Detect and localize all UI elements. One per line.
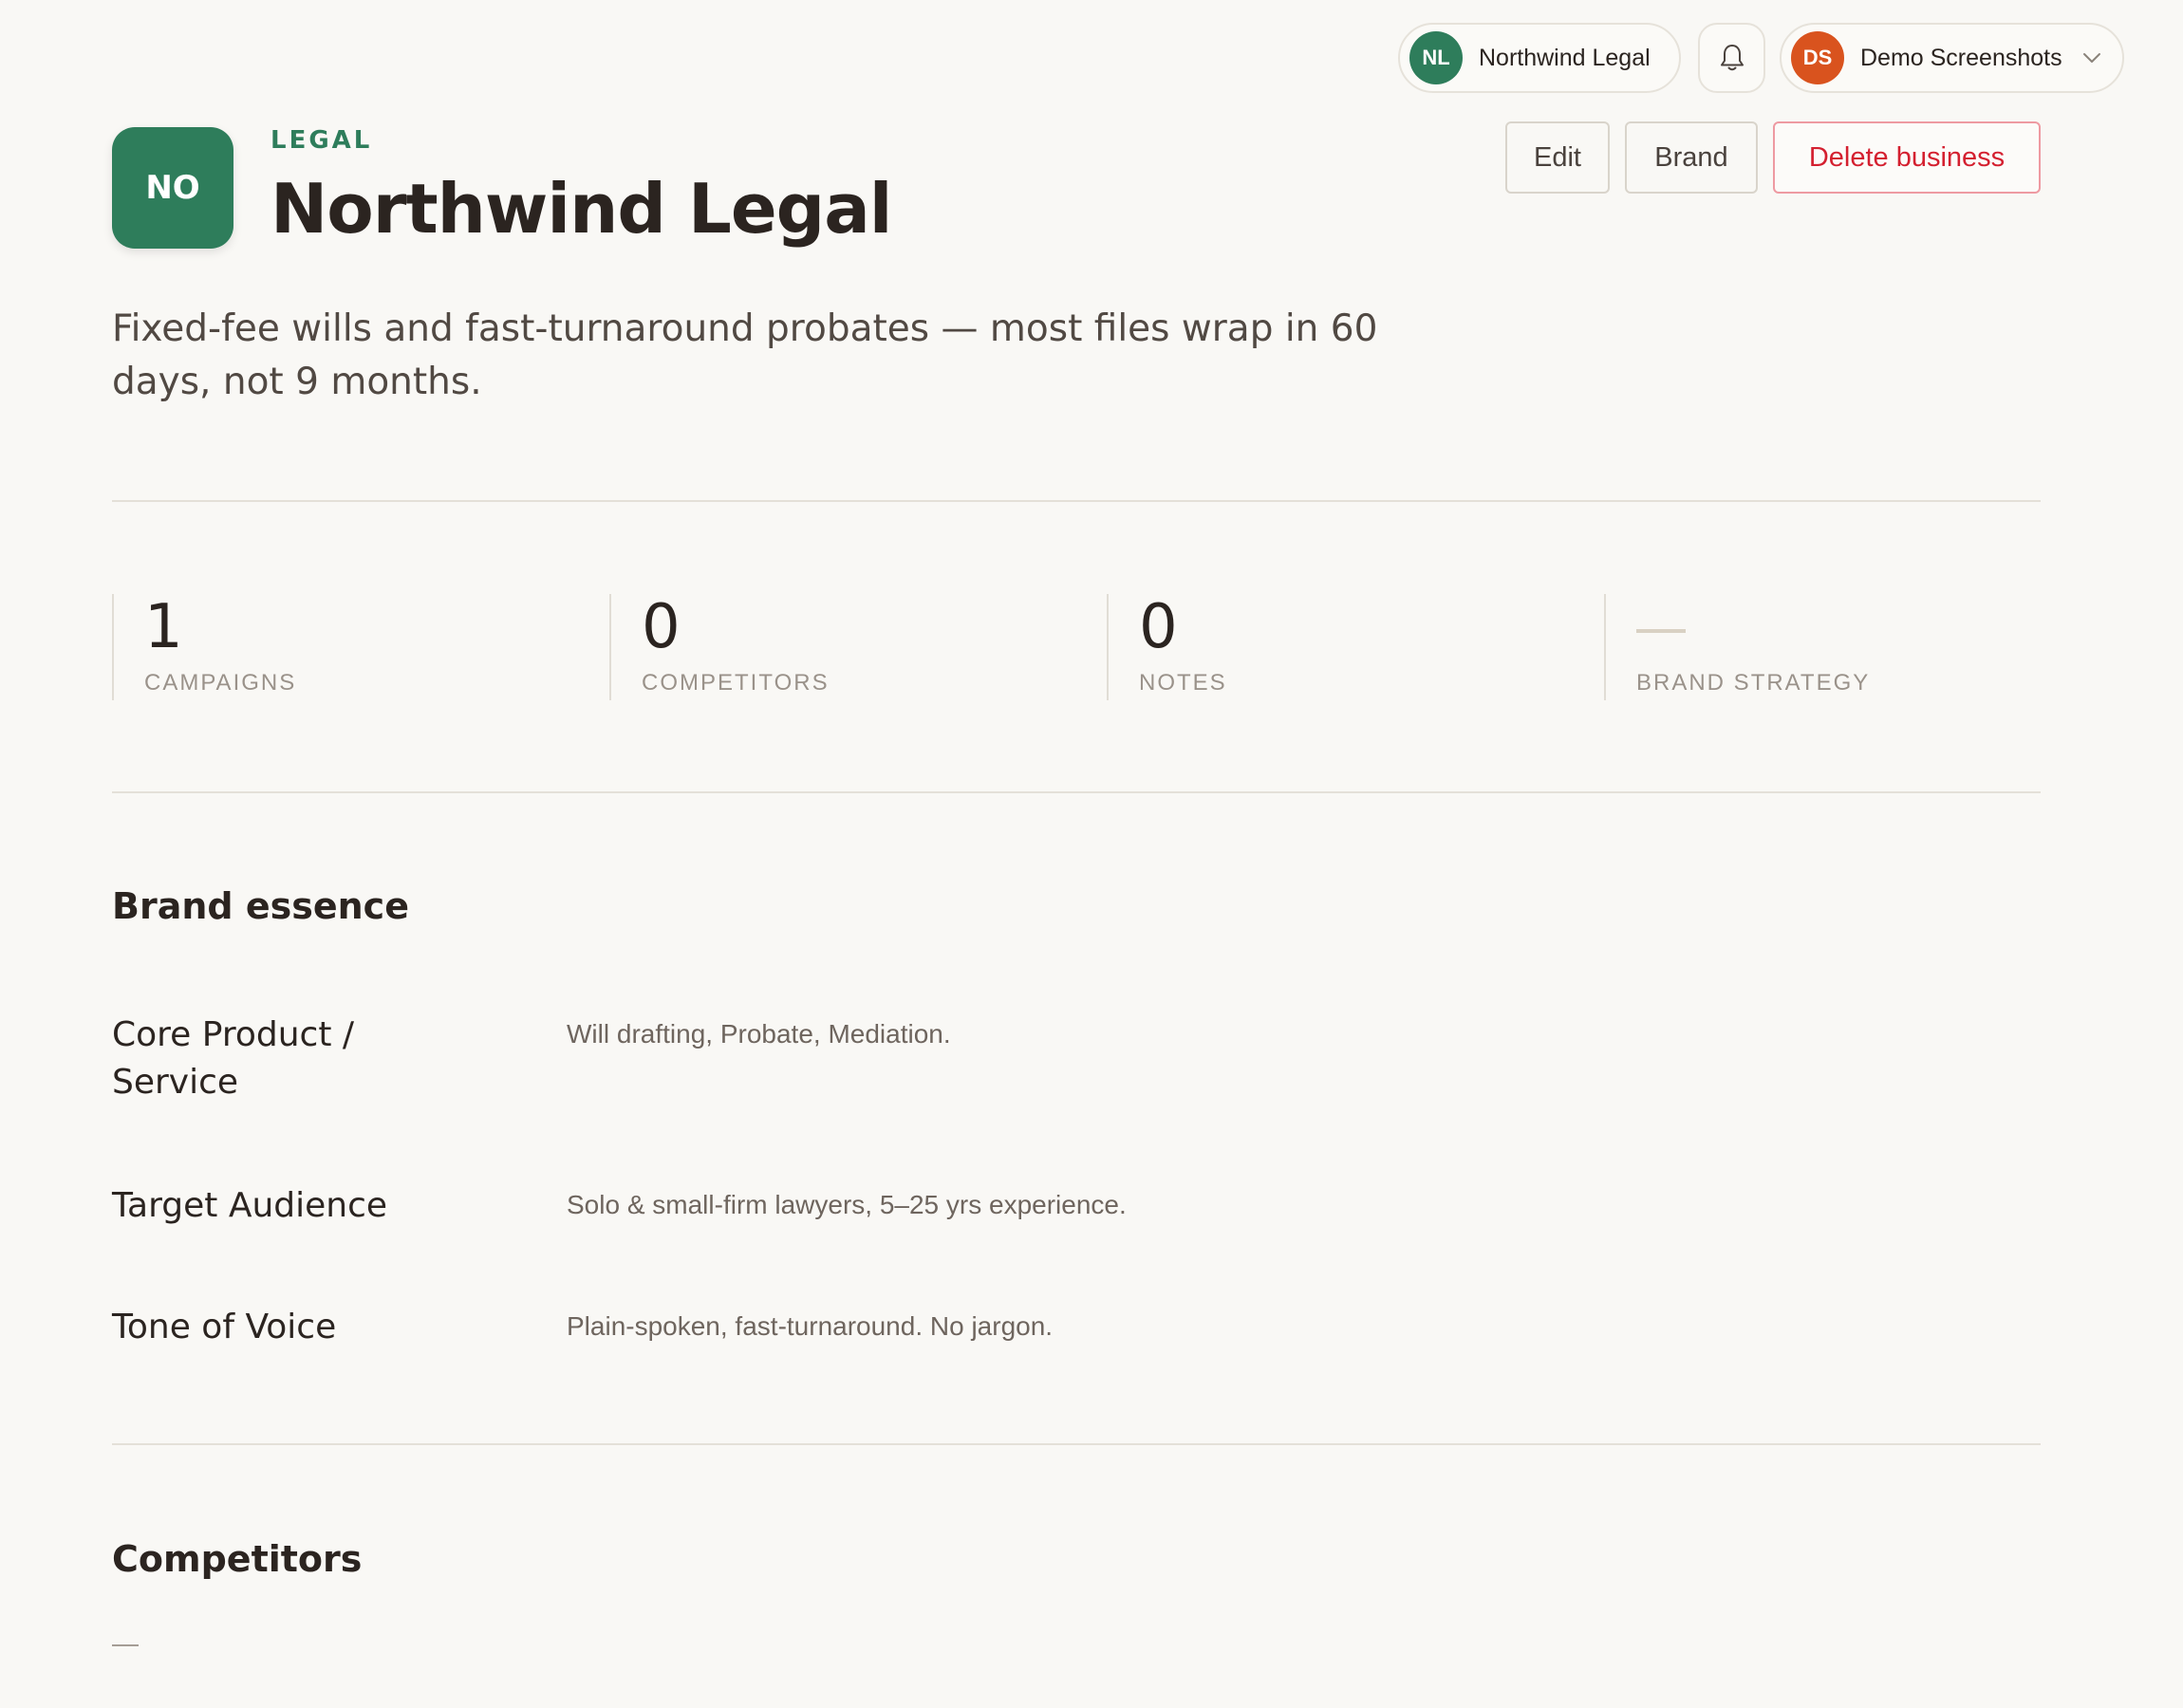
competitors-heading: Competitors — [112, 1538, 363, 1580]
notifications-button[interactable] — [1698, 23, 1765, 93]
business-logo: NO — [112, 127, 233, 249]
divider — [112, 1443, 2041, 1445]
empty-value-dash — [1636, 629, 1686, 633]
brand-button[interactable]: Brand — [1625, 121, 1758, 194]
competitors-empty-dash — [112, 1644, 139, 1646]
business-switcher[interactable]: NL Northwind Legal — [1398, 23, 1681, 93]
business-avatar: NL — [1409, 31, 1463, 84]
stat-competitors[interactable]: 0 COMPETITORS — [609, 594, 1065, 700]
stat-notes-label: NOTES — [1139, 670, 1227, 696]
business-switcher-label: Northwind Legal — [1479, 44, 1651, 71]
divider — [112, 791, 2041, 793]
target-audience-value: Solo & small-firm lawyers, 5–25 yrs expe… — [567, 1190, 1127, 1219]
stat-brand-strategy-label: BRAND STRATEGY — [1636, 670, 1871, 696]
stat-campaigns-label: CAMPAIGNS — [144, 670, 297, 696]
stat-notes[interactable]: 0 NOTES — [1107, 594, 1562, 700]
business-category: LEGAL — [271, 126, 373, 155]
delete-business-button[interactable]: Delete business — [1773, 121, 2041, 194]
core-product-label: Core Product / Service — [112, 1015, 355, 1102]
stat-campaigns-value: 1 — [144, 592, 183, 662]
edit-button[interactable]: Edit — [1505, 121, 1610, 194]
bell-icon — [1718, 43, 1746, 73]
stat-brand-strategy[interactable]: BRAND STRATEGY — [1604, 594, 2060, 700]
chevron-down-icon — [2081, 51, 2102, 65]
stat-campaigns[interactable]: 1 CAMPAIGNS — [112, 594, 568, 700]
tone-of-voice-value: Plain-spoken, fast-turnaround. No jargon… — [567, 1311, 1054, 1341]
user-menu[interactable]: DS Demo Screenshots — [1780, 23, 2124, 93]
business-tagline: Fixed-fee wills and fast-turnaround prob… — [112, 307, 1378, 403]
tone-of-voice-label: Tone of Voice — [112, 1308, 337, 1346]
stat-notes-value: 0 — [1139, 592, 1178, 662]
core-product-value: Will drafting, Probate, Mediation. — [567, 1019, 951, 1049]
target-audience-label: Target Audience — [112, 1186, 388, 1225]
stat-competitors-value: 0 — [642, 592, 681, 662]
user-menu-label: Demo Screenshots — [1860, 44, 2062, 71]
divider — [112, 500, 2041, 502]
brand-essence-heading: Brand essence — [112, 885, 409, 927]
user-avatar: DS — [1791, 31, 1844, 84]
page-title: Northwind Legal — [271, 169, 892, 249]
stat-competitors-label: COMPETITORS — [642, 670, 830, 696]
